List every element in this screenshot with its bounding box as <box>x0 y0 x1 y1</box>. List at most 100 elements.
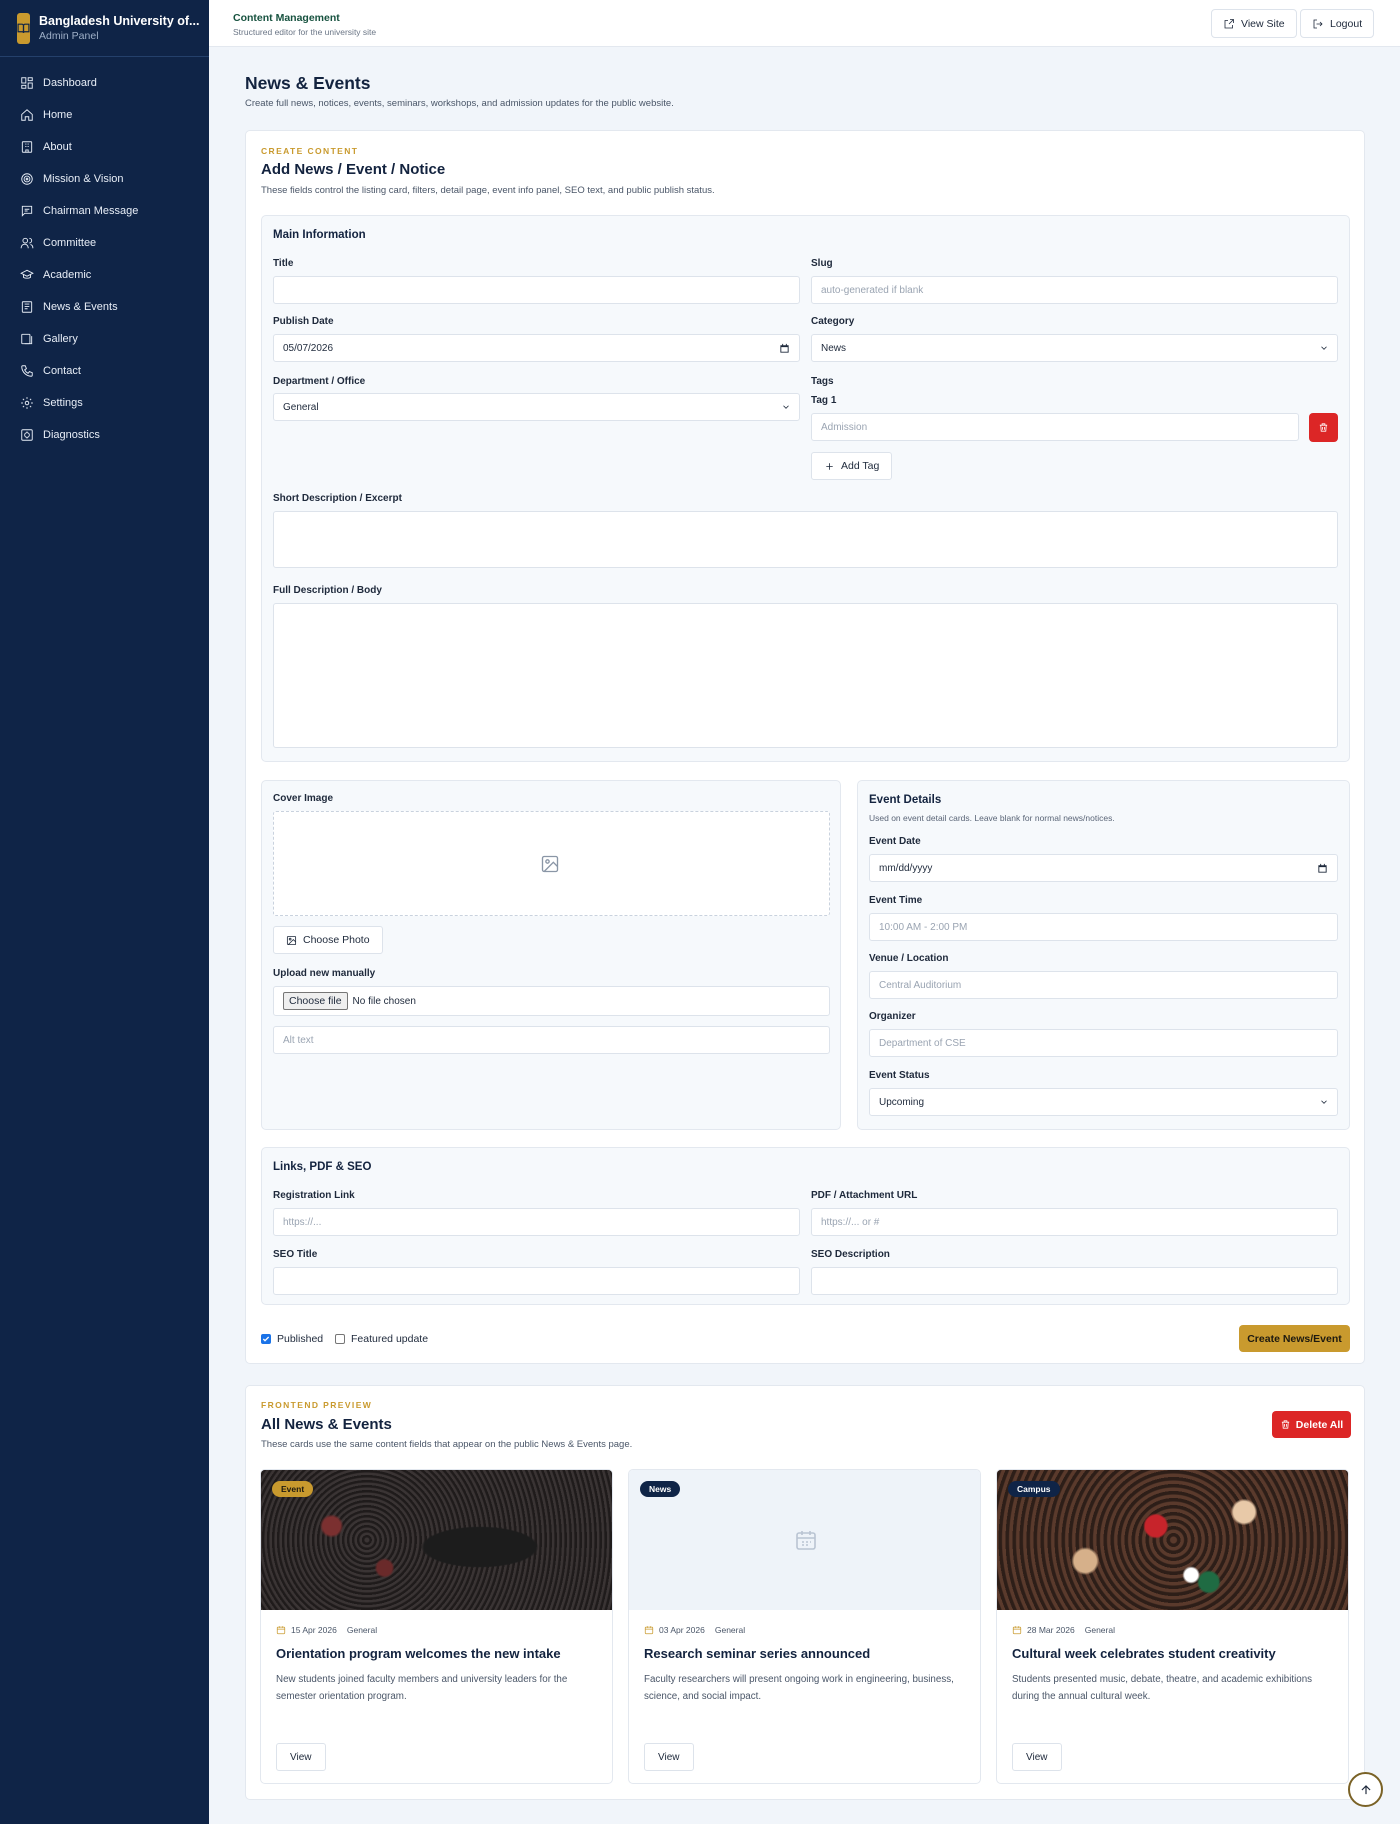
event-details-heading: Event Details <box>869 794 942 806</box>
choose-file-button[interactable]: Choose file <box>283 992 348 1010</box>
venue-input[interactable]: Central Auditorium <box>869 971 1338 999</box>
alt-text-input[interactable]: Alt text <box>273 1026 830 1054</box>
calendar-icon <box>1012 1626 1022 1635</box>
seo-description-input[interactable] <box>811 1267 1338 1295</box>
message-icon <box>20 204 34 218</box>
links-seo-heading: Links, PDF & SEO <box>273 1161 372 1173</box>
event-date-input[interactable]: mm/dd/yyyy <box>869 854 1338 882</box>
image-placeholder-icon <box>541 855 559 873</box>
publish-date-input[interactable]: 05/07/2026 <box>273 334 800 362</box>
page-title: News & Events <box>245 73 371 93</box>
calendar-icon[interactable] <box>1317 863 1328 874</box>
graduation-cap-icon <box>20 268 34 282</box>
short-description-textarea[interactable] <box>273 511 1338 568</box>
preview-title: All News & Events <box>261 1416 392 1433</box>
card-view-button[interactable]: View <box>644 1743 694 1771</box>
department-select[interactable]: General <box>273 393 800 421</box>
sidebar-item-label: Gallery <box>43 333 78 345</box>
slug-placeholder: auto-generated if blank <box>821 284 924 296</box>
cover-image-dropzone[interactable] <box>273 811 830 916</box>
event-status-select[interactable]: Upcoming <box>869 1088 1338 1116</box>
add-tag-label: Add Tag <box>841 460 880 472</box>
sidebar-item-about[interactable]: About <box>0 131 209 163</box>
topbar-title: Content Management <box>233 12 340 24</box>
sidebar-item-committee[interactable]: Committee <box>0 227 209 259</box>
checkbox-unchecked-icon[interactable] <box>335 1334 345 1344</box>
cover-image-label: Cover Image <box>273 793 334 804</box>
delete-all-button[interactable]: Delete All <box>1272 1411 1351 1438</box>
registration-link-input[interactable]: https://... <box>273 1208 800 1236</box>
sidebar-item-dashboard[interactable]: Dashboard <box>0 67 209 99</box>
page-subtitle: Create full news, notices, events, semin… <box>245 98 674 109</box>
pdf-url-placeholder: https://... or # <box>821 1216 880 1228</box>
tags-label: Tags <box>811 376 834 387</box>
featured-checkbox[interactable]: Featured update <box>335 1333 428 1345</box>
news-card[interactable]: Campus 28 Mar 2026 General Cultural week… <box>996 1469 1349 1784</box>
publish-date-value: 05/07/2026 <box>283 342 334 354</box>
newspaper-icon <box>20 300 34 314</box>
card-description: Students presented music, debate, theatr… <box>1012 1674 1313 1702</box>
card-view-button[interactable]: View <box>276 1743 326 1771</box>
file-upload-input[interactable]: Choose file No file chosen <box>273 986 830 1016</box>
pdf-url-input[interactable]: https://... or # <box>811 1208 1338 1236</box>
sidebar-item-mission-vision[interactable]: Mission & Vision <box>0 163 209 195</box>
card-meta: 15 Apr 2026 General <box>276 1625 377 1635</box>
view-site-button[interactable]: View Site <box>1211 9 1297 38</box>
event-time-label: Event Time <box>869 895 923 906</box>
event-details-panel: Event Details Used on event detail cards… <box>857 780 1350 1130</box>
sidebar-item-home[interactable]: Home <box>0 99 209 131</box>
card-badge: Campus <box>1008 1481 1060 1497</box>
event-status-value: Upcoming <box>879 1096 925 1108</box>
published-checkbox[interactable]: Published <box>261 1333 323 1345</box>
category-value: News <box>821 342 847 354</box>
create-news-event-button[interactable]: Create News/Event <box>1239 1325 1350 1352</box>
sidebar-item-label: Diagnostics <box>43 429 100 441</box>
card-view-button[interactable]: View <box>1012 1743 1062 1771</box>
card-date: 28 Mar 2026 <box>1027 1625 1075 1635</box>
sidebar-nav: Dashboard Home About Mission & Vision Ch… <box>0 57 209 451</box>
tag-1-input[interactable]: Admission <box>811 413 1299 441</box>
publish-date-label: Publish Date <box>273 316 334 327</box>
news-card[interactable]: News 03 Apr 2026 General Research semina… <box>628 1469 981 1784</box>
sidebar-item-label: Chairman Message <box>43 205 139 217</box>
seo-title-input[interactable] <box>273 1267 800 1295</box>
card-date: 03 Apr 2026 <box>659 1625 705 1635</box>
sidebar-item-settings[interactable]: Settings <box>0 387 209 419</box>
topbar: Content Management Structured editor for… <box>209 0 1400 47</box>
registration-link-label: Registration Link <box>273 1190 355 1201</box>
news-card[interactable]: Event 15 Apr 2026 General Orientation pr… <box>260 1469 613 1784</box>
card-meta: 03 Apr 2026 General <box>644 1625 745 1635</box>
logout-button[interactable]: Logout <box>1300 9 1375 38</box>
image-icon <box>286 935 297 945</box>
sidebar-item-gallery[interactable]: Gallery <box>0 323 209 355</box>
create-title: Add News / Event / Notice <box>261 161 446 178</box>
delete-tag-button[interactable] <box>1309 413 1338 442</box>
event-time-placeholder: 10:00 AM - 2:00 PM <box>879 921 968 933</box>
department-value: General <box>283 401 319 413</box>
checkbox-checked-icon[interactable] <box>261 1334 271 1344</box>
brand[interactable]: Bangladesh University of... Admin Panel <box>0 0 209 57</box>
brand-subtitle: Admin Panel <box>39 30 99 42</box>
calendar-icon[interactable] <box>779 343 790 354</box>
title-input[interactable] <box>273 276 800 304</box>
sidebar-item-academic[interactable]: Academic <box>0 259 209 291</box>
category-select[interactable]: News <box>811 334 1338 362</box>
sidebar-item-label: Academic <box>43 269 92 281</box>
scroll-to-top-button[interactable] <box>1348 1772 1383 1807</box>
calendar-placeholder-icon <box>796 1531 816 1550</box>
chevron-down-icon <box>781 402 791 412</box>
full-description-textarea[interactable] <box>273 603 1338 748</box>
choose-photo-button[interactable]: Choose Photo <box>273 926 383 954</box>
sidebar-item-contact[interactable]: Contact <box>0 355 209 387</box>
slug-input[interactable]: auto-generated if blank <box>811 276 1338 304</box>
card-department: General <box>714 1625 746 1635</box>
add-tag-button[interactable]: Add Tag <box>811 452 893 480</box>
book-logo-icon <box>17 12 30 44</box>
sidebar-item-news-events[interactable]: News & Events <box>0 291 209 323</box>
users-icon <box>20 236 34 250</box>
sidebar-item-diagnostics[interactable]: Diagnostics <box>0 419 209 451</box>
organizer-input[interactable]: Department of CSE <box>869 1029 1338 1057</box>
event-time-input[interactable]: 10:00 AM - 2:00 PM <box>869 913 1338 941</box>
event-date-label: Event Date <box>869 836 921 847</box>
sidebar-item-chairman-message[interactable]: Chairman Message <box>0 195 209 227</box>
